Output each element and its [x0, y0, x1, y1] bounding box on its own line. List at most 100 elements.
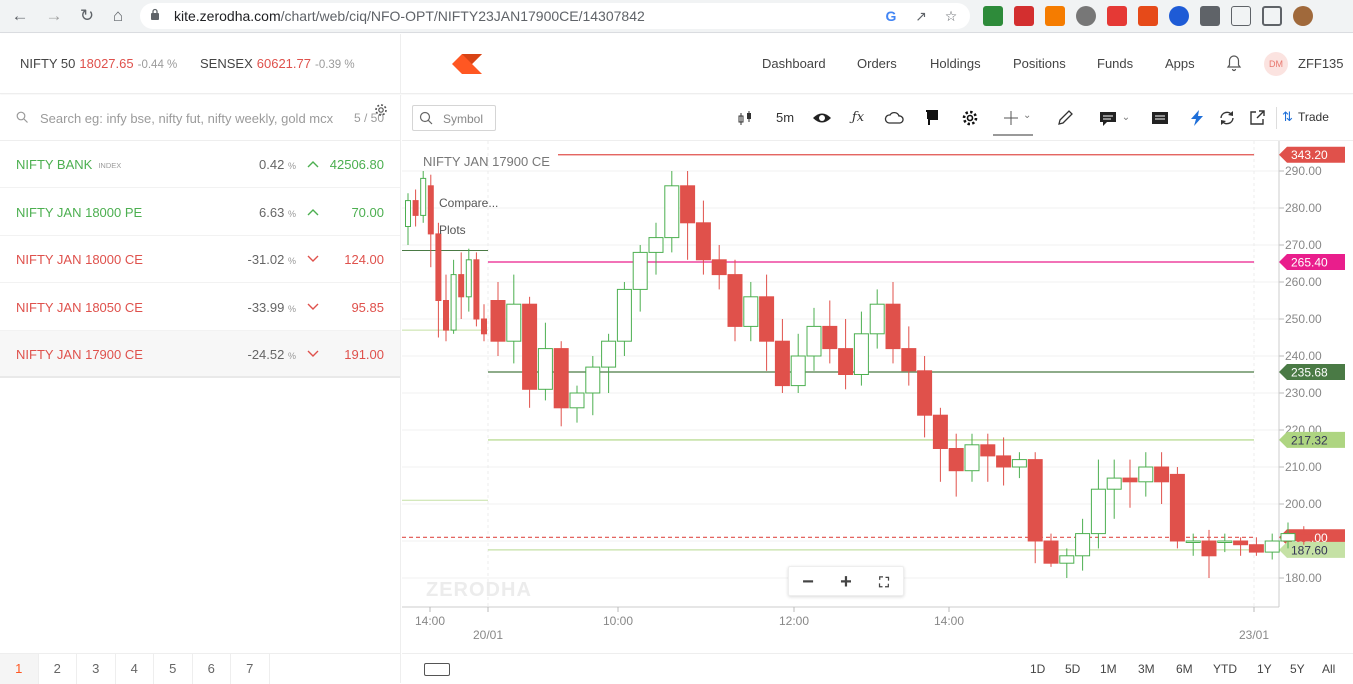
watchlist-page-2[interactable]: 2 [39, 654, 77, 684]
y-tick-label: 250.00 [1285, 312, 1322, 326]
last-price: 124.00 [344, 252, 384, 267]
cloud-icon[interactable] [884, 109, 906, 127]
keyboard-icon[interactable] [424, 663, 450, 676]
range-1m[interactable]: 1M [1100, 662, 1117, 676]
legend-compare[interactable]: Compare... [439, 196, 498, 210]
range-5d[interactable]: 5D [1065, 662, 1080, 676]
extension-icon[interactable] [1014, 6, 1034, 26]
watchlist-page-4[interactable]: 4 [116, 654, 154, 684]
candle-body [1027, 459, 1043, 542]
refresh-icon[interactable] [1218, 109, 1236, 127]
candle-body [490, 300, 506, 342]
candle-body [1138, 466, 1154, 483]
watchlist-page-6[interactable]: 6 [193, 654, 231, 684]
change-percent: 0.42 % [259, 157, 296, 172]
candle-body [632, 251, 648, 290]
nav-apps[interactable]: Apps [1165, 56, 1195, 71]
y-tick-label: 180.00 [1285, 571, 1322, 585]
watchlist-item[interactable]: NIFTY JAN 17900 CE -24.52 % 191.00 [0, 331, 400, 378]
extension-icon[interactable] [1076, 6, 1096, 26]
nav-orders[interactable]: Orders [857, 56, 897, 71]
range-all[interactable]: All [1322, 662, 1335, 676]
reload-icon[interactable]: ↻ [75, 5, 99, 27]
home-icon[interactable]: ⌂ [106, 5, 130, 27]
watchlist-item[interactable]: NIFTY JAN 18000 PE 6.63 % 70.00 [0, 189, 400, 236]
eye-icon[interactable] [812, 109, 832, 127]
bookmark-star-icon[interactable]: ☆ [942, 7, 960, 25]
pencil-draw-icon[interactable] [1056, 109, 1076, 127]
profile-avatar-icon[interactable] [1293, 6, 1313, 26]
back-icon[interactable]: ← [8, 5, 32, 27]
x-tick-label: 12:00 [779, 614, 809, 628]
indicators-fx-icon[interactable]: ƒx [847, 109, 869, 127]
user-id[interactable]: ZFF135 [1298, 56, 1344, 71]
nav-funds[interactable]: Funds [1097, 56, 1133, 71]
search-placeholder[interactable]: Search eg: infy bse, nifty fut, nifty we… [40, 111, 333, 126]
candle-body [853, 333, 869, 376]
watchlist-item[interactable]: NIFTY JAN 18050 CE -33.99 % 95.85 [0, 284, 400, 331]
watchlist-page-5[interactable]: 5 [154, 654, 193, 684]
fullscreen-button[interactable]: ⛶ [865, 567, 903, 595]
arrow-down-icon [307, 303, 319, 310]
index-nifty50[interactable]: NIFTY 50 18027.65 -0.44 % [20, 56, 177, 71]
range-1y[interactable]: 1Y [1257, 662, 1272, 676]
candlestick-type-icon[interactable] [736, 109, 754, 127]
puzzle-extensions-icon[interactable] [1200, 6, 1220, 26]
range-6m[interactable]: 6M [1176, 662, 1193, 676]
watchlist-item[interactable]: NIFTY BANK INDEX 0.42 % 42506.80 [0, 141, 400, 188]
candle-body [1106, 477, 1122, 490]
share-icon[interactable]: ↗ [912, 7, 930, 25]
watchlist-page-1[interactable]: 1 [0, 654, 39, 684]
candle-body [1264, 540, 1280, 553]
y-tick-label: 240.00 [1285, 349, 1322, 363]
lightning-icon[interactable] [1189, 109, 1205, 127]
address-bar[interactable]: kite.zerodha.com/chart/web/ciq/NFO-OPT/N… [140, 3, 970, 29]
candle-body [759, 296, 775, 342]
index-sensex[interactable]: SENSEX 60621.77 -0.39 % [200, 56, 355, 71]
range-3m[interactable]: 3M [1138, 662, 1155, 676]
interval-select[interactable]: 5m [773, 109, 797, 127]
crosshair-tool[interactable]: ⌄ [993, 106, 1033, 136]
price-level-label: 217.32 [1291, 433, 1328, 447]
nav-holdings[interactable]: Holdings [930, 56, 981, 71]
search-icon [419, 111, 433, 125]
gear-icon[interactable] [374, 103, 388, 117]
legend-plots[interactable]: Plots [439, 223, 466, 237]
extension-icon[interactable] [1138, 6, 1158, 26]
order-window-icon[interactable] [1151, 109, 1169, 127]
watchlist-page-3[interactable]: 3 [77, 654, 116, 684]
candle-body [885, 303, 901, 350]
candle-body [506, 303, 522, 342]
trade-arrows-icon: ⇅ [1282, 109, 1293, 124]
range-5y[interactable]: 5Y [1290, 662, 1305, 676]
watchlist-item[interactable]: NIFTY JAN 18000 CE -31.02 % 124.00 [0, 236, 400, 283]
range-1d[interactable]: 1D [1030, 662, 1045, 676]
chevron-down-icon[interactable]: ⌄ [1121, 109, 1131, 127]
google-icon[interactable]: G [882, 7, 900, 25]
nav-positions[interactable]: Positions [1013, 56, 1066, 71]
adblock-extension-icon[interactable] [1107, 6, 1127, 26]
last-price: 95.85 [351, 299, 384, 315]
watchlist-search[interactable]: Search eg: infy bse, nifty fut, nifty we… [0, 95, 400, 141]
nav-dashboard[interactable]: Dashboard [762, 56, 826, 71]
extension-icon[interactable] [1045, 6, 1065, 26]
candle-body [1217, 540, 1233, 543]
extension-icon[interactable] [1169, 6, 1189, 26]
evernote-extension-icon[interactable] [983, 6, 1003, 26]
zoom-out-button[interactable]: − [789, 567, 827, 595]
popout-icon[interactable] [1248, 109, 1266, 127]
reading-list-icon[interactable] [1231, 6, 1251, 26]
flag-icon[interactable] [923, 109, 939, 127]
watchlist-page-7[interactable]: 7 [231, 654, 270, 684]
bell-icon[interactable] [1226, 54, 1242, 72]
range-ytd[interactable]: YTD [1213, 662, 1237, 676]
kite-logo[interactable] [452, 54, 482, 74]
side-panel-icon[interactable] [1262, 6, 1282, 26]
settings-gear-icon[interactable] [961, 109, 979, 127]
candle-body [1280, 533, 1296, 542]
forward-icon[interactable]: → [42, 5, 66, 27]
comment-icon[interactable] [1099, 109, 1117, 127]
symbol-search[interactable]: Symbol [412, 105, 496, 131]
avatar[interactable]: DM [1264, 52, 1288, 76]
zoom-in-button[interactable]: + [827, 567, 865, 595]
